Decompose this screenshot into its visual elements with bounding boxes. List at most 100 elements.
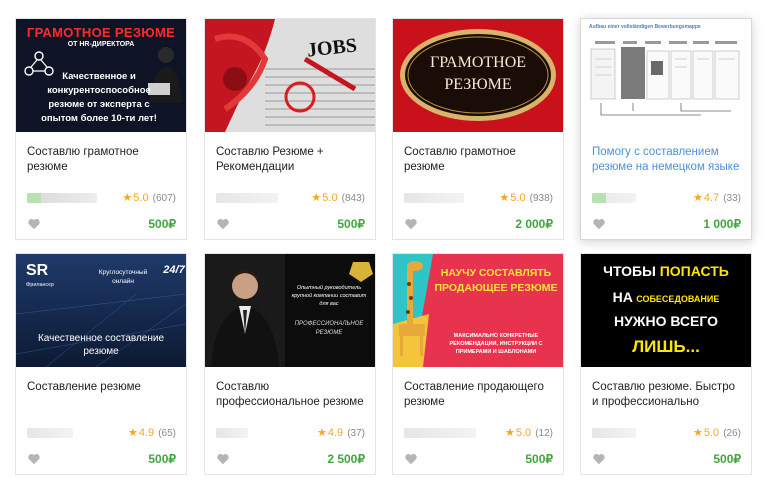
star-icon: ★ — [499, 192, 510, 204]
thumb-body: Качественное и конкурентоспособное резюм… — [41, 71, 157, 124]
gig-rating: ★5.0 (12) — [505, 426, 553, 439]
gig-thumbnail[interactable]: JOBS — [205, 19, 375, 132]
thumb-line3: НУЖНО ВСЕГО — [613, 313, 719, 329]
star-icon: ★ — [692, 427, 703, 439]
gig-title[interactable]: Составление продающего резюме — [404, 380, 554, 410]
star-icon: ★ — [311, 192, 322, 204]
review-count: (33) — [723, 193, 741, 204]
seller-name-blurred — [216, 193, 278, 203]
gig-title[interactable]: Составлю резюме. Быстро и профессиональн… — [592, 380, 742, 410]
review-count: (65) — [158, 428, 176, 439]
gig-card[interactable]: ЧТОБЫ ПОПАСТЬ НА СОБЕСЕДОВАНИЕ НУЖНО ВСЕ… — [580, 253, 752, 475]
rating-value: 5.0 — [510, 192, 526, 204]
gig-price: 500₽ — [525, 452, 553, 466]
thumb-line2a: НА — [612, 289, 633, 305]
thumb-line1a: ЧТОБЫ — [603, 263, 656, 279]
thumb-line1: ЧТОБЫ ПОПАСТЬ — [585, 262, 747, 280]
thumb-sub: ОТ HR-ДИРЕКТОРА — [67, 41, 135, 48]
rating-value: 5.0 — [322, 192, 338, 204]
heart-icon[interactable] — [216, 452, 230, 466]
gig-title[interactable]: Составлю Резюме + Рекомендации — [216, 145, 366, 175]
gig-thumbnail[interactable]: ГРАМОТНОЕ РЕЗЮМЕ ОТ HR-ДИРЕКТОРА Качеств… — [16, 19, 186, 132]
thumb-headline: Качественное составление резюме — [37, 333, 165, 357]
seller-name-blurred — [404, 428, 476, 438]
gig-thumbnail[interactable]: Опытный руководитель крупной компании со… — [205, 254, 375, 367]
rating-value: 5.0 — [703, 427, 720, 439]
thumb-line2b: СОБЕСЕДОВАНИЕ — [636, 294, 720, 304]
gig-rating: ★4.9 (65) — [128, 426, 176, 439]
review-count: (37) — [347, 428, 365, 439]
gig-rating: ★5.0 (843) — [311, 191, 365, 204]
gig-price: 2 500₽ — [327, 452, 365, 466]
rating-value: 4.9 — [138, 427, 155, 439]
review-count: (12) — [535, 428, 553, 439]
heart-icon[interactable] — [404, 452, 418, 466]
gig-card[interactable]: Aufbau einer vollständigen Bewerbungsmap… — [580, 18, 752, 240]
star-icon: ★ — [127, 427, 138, 439]
review-count: (938) — [529, 193, 553, 204]
heart-icon[interactable] — [27, 217, 41, 231]
seller-name-blurred — [592, 428, 636, 438]
gig-price: 2 000₽ — [515, 217, 553, 231]
heart-icon[interactable] — [592, 452, 606, 466]
businessman-photo — [205, 254, 373, 367]
gig-price: 1 000₽ — [703, 217, 741, 231]
gig-grid: ГРАМОТНОЕ РЕЗЮМЕ ОТ HR-ДИРЕКТОРА Качеств… — [0, 0, 768, 488]
star-icon: ★ — [122, 192, 133, 204]
gig-price: 500₽ — [713, 452, 741, 466]
thumb-body: МАКСИМАЛЬНО КОНКРЕТНЫЕ РЕКОМЕНДАЦИИ, ИНС… — [449, 333, 543, 355]
seller-name-blurred — [27, 428, 73, 438]
gig-card[interactable]: ГРАМОТНОЕ РЕЗЮМЕ Составлю грамотное резю… — [392, 18, 564, 240]
gig-rating: ★4.7 (33) — [693, 191, 741, 204]
gig-card[interactable]: Опытный руководитель крупной компании со… — [204, 253, 376, 475]
gig-rating: ★5.0 (938) — [499, 191, 553, 204]
gig-card[interactable]: ГРАМОТНОЕ РЕЗЮМЕ ОТ HR-ДИРЕКТОРА Качеств… — [15, 18, 187, 240]
review-count: (843) — [341, 193, 365, 204]
rating-value: 5.0 — [133, 192, 149, 204]
document-diagram — [590, 41, 740, 116]
thumb-headline: ГРАМОТНОЕ РЕЗЮМЕ — [429, 54, 527, 93]
gig-card[interactable]: НАУЧУ СОСТАВЛЯТЬ ПРОДАЮЩЕЕ РЕЗЮМЕ МАКСИМ… — [392, 253, 564, 475]
star-icon: ★ — [692, 192, 703, 204]
gig-title[interactable]: Помогу с составлением резюме на немецком… — [592, 145, 742, 175]
gig-thumbnail[interactable]: Aufbau einer vollständigen Bewerbungsmap… — [581, 19, 751, 132]
gig-price: 500₽ — [337, 217, 365, 231]
thumb-headline: НАУЧУ СОСТАВЛЯТЬ ПРОДАЮЩЕЕ РЕЗЮМЕ — [434, 267, 558, 294]
gig-card[interactable]: SR Фрилансер Круглосуточный онлайн 24/7 … — [15, 253, 187, 475]
rating-value: 5.0 — [515, 427, 532, 439]
thumb-line2: НА СОБЕСЕДОВАНИЕ — [585, 288, 747, 308]
gig-title[interactable]: Составлю грамотное резюме — [404, 145, 554, 175]
gig-title[interactable]: Составление резюме — [27, 380, 177, 395]
star-icon: ★ — [316, 427, 327, 439]
gig-title[interactable]: Составлю профессиональное резюме — [216, 380, 366, 410]
thumb-headline: ПРОФЕССИОНАЛЬНОЕ РЕЗЮМЕ — [294, 321, 364, 336]
heart-icon[interactable] — [592, 217, 606, 231]
heart-icon[interactable] — [216, 217, 230, 231]
seller-name-blurred — [404, 193, 464, 203]
thumb-body: Опытный руководитель крупной компании со… — [291, 285, 367, 307]
star-icon: ★ — [504, 427, 515, 439]
gig-price: 500₽ — [148, 217, 176, 231]
review-count: (607) — [152, 193, 176, 204]
gig-title[interactable]: Составлю грамотное резюме — [27, 145, 177, 175]
heart-icon[interactable] — [404, 217, 418, 231]
thumb-line1b: ПОПАСТЬ — [659, 263, 729, 279]
seller-name-blurred — [216, 428, 248, 438]
thumb-headline: ГРАМОТНОЕ РЕЗЮМЕ — [26, 25, 176, 40]
seller-name-blurred — [27, 193, 97, 203]
gig-rating: ★5.0 (607) — [122, 191, 176, 204]
gig-rating: ★4.9 (37) — [317, 426, 365, 439]
thumb-line4: ЛИШЬ... — [632, 337, 700, 356]
gig-thumbnail[interactable]: ГРАМОТНОЕ РЕЗЮМЕ — [393, 19, 563, 132]
gig-price: 500₽ — [148, 452, 176, 466]
rating-value: 4.9 — [327, 427, 344, 439]
gig-card[interactable]: JOBS Составлю Резюме + Рекомендации ★5.0… — [204, 18, 376, 240]
review-count: (26) — [723, 428, 741, 439]
seller-name-blurred — [592, 193, 636, 203]
gig-thumbnail[interactable]: ЧТОБЫ ПОПАСТЬ НА СОБЕСЕДОВАНИЕ НУЖНО ВСЕ… — [581, 254, 751, 367]
gig-thumbnail[interactable]: SR Фрилансер Круглосуточный онлайн 24/7 … — [16, 254, 186, 367]
rating-value: 4.7 — [703, 192, 720, 204]
gig-thumbnail[interactable]: НАУЧУ СОСТАВЛЯТЬ ПРОДАЮЩЕЕ РЕЗЮМЕ МАКСИМ… — [393, 254, 563, 367]
gig-rating: ★5.0 (26) — [693, 426, 741, 439]
heart-icon[interactable] — [27, 452, 41, 466]
